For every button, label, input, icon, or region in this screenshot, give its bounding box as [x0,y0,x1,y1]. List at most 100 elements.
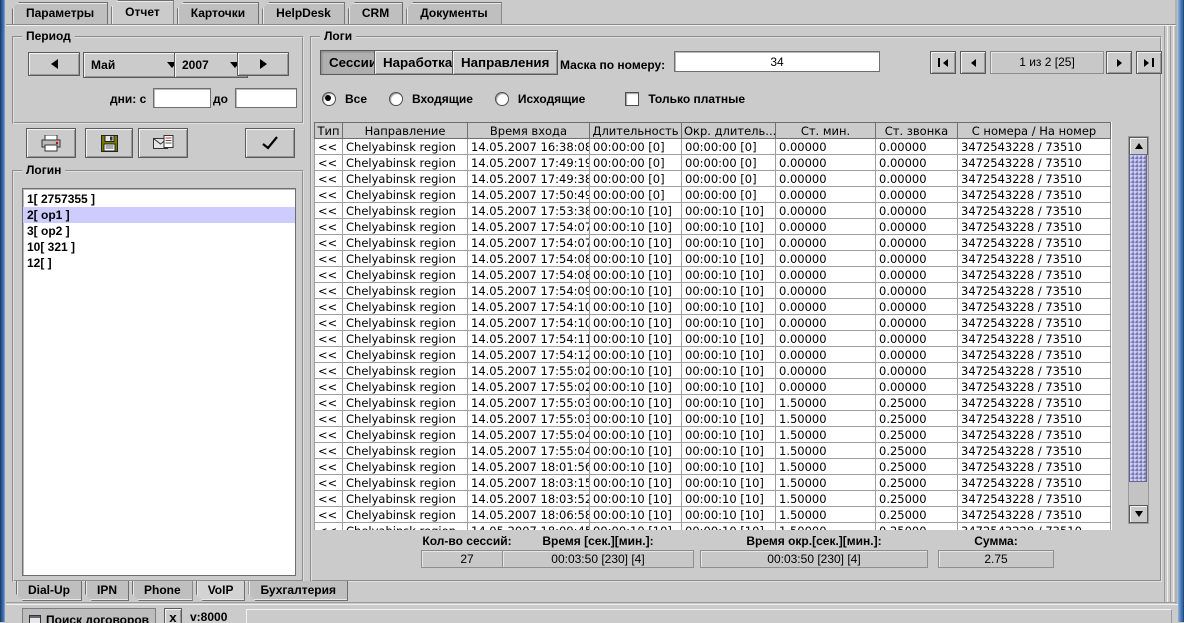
last-page-button[interactable] [1136,51,1162,74]
table-cell: 00:00:10 [10] [682,331,776,347]
mode-button[interactable]: Направления [452,50,558,75]
bottom-tab[interactable]: Бухгалтерия [248,581,348,601]
close-button[interactable]: x [164,608,182,623]
top-tab[interactable]: Карточки [177,2,259,24]
window-border-left [0,0,5,622]
next-month-button[interactable] [237,52,289,76]
bottom-tab[interactable]: Dial-Up [16,581,82,601]
top-tab-bar: ПараметрыОтчетКарточкиHelpDeskCRMДокумен… [12,2,502,24]
table-scrollbar[interactable] [1128,136,1149,524]
list-item[interactable]: 3[ op2 ] [23,223,295,239]
table-cell: 14.05.2007 17:50:49 [468,187,590,203]
table-cell: 0.00000 [876,363,958,379]
scroll-up-button[interactable] [1129,137,1148,155]
column-header[interactable]: Время входа [468,123,590,139]
table-cell: 0.25000 [876,491,958,507]
table-row[interactable]: <<Chelyabinsk region14.05.2007 18:09:450… [315,523,1111,531]
days-from-input[interactable] [153,88,211,108]
top-tab[interactable]: CRM [348,2,403,24]
table-row[interactable]: <<Chelyabinsk region14.05.2007 17:54:100… [315,315,1111,331]
table-row[interactable]: <<Chelyabinsk region14.05.2007 17:54:070… [315,219,1111,235]
mode-button[interactable]: Наработка [374,50,461,75]
table-row[interactable]: <<Chelyabinsk region14.05.2007 17:55:030… [315,411,1111,427]
top-tab[interactable]: Параметры [12,2,108,24]
top-tab[interactable]: HelpDesk [262,2,345,24]
radio-outgoing[interactable] [495,92,509,106]
table-row[interactable]: <<Chelyabinsk region14.05.2007 16:38:080… [315,139,1111,155]
prev-month-button[interactable] [28,52,80,76]
table-cell: 0.00000 [776,331,876,347]
next-page-button[interactable] [1106,51,1132,74]
mail-report-button[interactable] [138,128,188,158]
column-header[interactable]: Тип [315,123,343,139]
table-row[interactable]: <<Chelyabinsk region14.05.2007 17:55:040… [315,443,1111,459]
print-button[interactable] [26,128,76,158]
table-cell: 0.25000 [876,395,958,411]
paid-only-checkbox[interactable] [625,92,639,106]
apply-button[interactable] [245,128,295,158]
radio-incoming[interactable] [389,92,403,106]
table-row[interactable]: <<Chelyabinsk region14.05.2007 18:03:520… [315,491,1111,507]
mask-input[interactable] [674,51,880,72]
month-select[interactable]: Май [83,52,185,78]
scrollbar-thumb[interactable] [1129,154,1147,482]
list-item[interactable]: 1[ 2757355 ] [23,191,295,207]
scroll-down-icon [1135,511,1143,517]
list-item[interactable]: 2[ op1 ] [23,207,295,223]
table-cell: 00:00:10 [10] [590,235,682,251]
table-row[interactable]: <<Chelyabinsk region14.05.2007 17:54:070… [315,235,1111,251]
table-row[interactable]: <<Chelyabinsk region14.05.2007 17:55:020… [315,363,1111,379]
column-header[interactable]: Ст. звонка [876,123,958,139]
table-cell: Chelyabinsk region [343,235,468,251]
table-cell: 3472543228 / 73510 [958,267,1111,283]
taskbar-strip: Поиск договоров x v:8000 [6,604,1178,623]
table-row[interactable]: <<Chelyabinsk region14.05.2007 18:06:580… [315,507,1111,523]
version-tab[interactable]: v:8000 [190,610,227,623]
bottom-tab[interactable]: VoIP [196,581,246,601]
table-row[interactable]: <<Chelyabinsk region14.05.2007 17:54:080… [315,267,1111,283]
table-cell: << [315,139,343,155]
list-item[interactable]: 10[ 321 ] [23,239,295,255]
top-tab[interactable]: Отчет [111,0,174,24]
table-cell: 0.25000 [876,507,958,523]
table-row[interactable]: <<Chelyabinsk region14.05.2007 17:49:190… [315,155,1111,171]
list-item[interactable]: 12[ ] [23,255,295,271]
login-list[interactable]: 1[ 2757355 ]2[ op1 ]3[ op2 ]10[ 321 ]12[… [22,188,296,576]
bottom-tab[interactable]: IPN [85,581,129,601]
table-row[interactable]: <<Chelyabinsk region14.05.2007 17:55:030… [315,395,1111,411]
table-cell: 3472543228 / 73510 [958,395,1111,411]
first-page-button[interactable] [930,51,956,74]
table-row[interactable]: <<Chelyabinsk region14.05.2007 18:01:560… [315,459,1111,475]
table-cell: 00:00:10 [10] [590,459,682,475]
table-row[interactable]: <<Chelyabinsk region14.05.2007 17:54:120… [315,347,1111,363]
column-header[interactable]: Направление [343,123,468,139]
table-row[interactable]: <<Chelyabinsk region14.05.2007 17:54:100… [315,299,1111,315]
column-header[interactable]: Длительность [590,123,682,139]
table-row[interactable]: <<Chelyabinsk region14.05.2007 17:49:380… [315,171,1111,187]
table-row[interactable]: <<Chelyabinsk region14.05.2007 17:54:080… [315,251,1111,267]
table-row[interactable]: <<Chelyabinsk region14.05.2007 18:03:150… [315,475,1111,491]
save-button[interactable] [85,128,133,158]
table-cell: 00:00:10 [10] [590,347,682,363]
prev-page-button[interactable] [960,51,986,74]
table-row[interactable]: <<Chelyabinsk region14.05.2007 17:54:110… [315,331,1111,347]
column-header[interactable]: Окр. длитель... [682,123,776,139]
radio-all[interactable] [322,92,336,106]
frame-tab-search-contracts[interactable]: Поиск договоров [22,608,156,623]
table-row[interactable]: <<Chelyabinsk region14.05.2007 17:53:380… [315,203,1111,219]
column-header[interactable]: Ст. мин. [776,123,876,139]
table-row[interactable]: <<Chelyabinsk region14.05.2007 17:55:040… [315,427,1111,443]
scroll-down-button[interactable] [1129,505,1148,523]
table-row[interactable]: <<Chelyabinsk region14.05.2007 17:54:090… [315,283,1111,299]
table-row[interactable]: <<Chelyabinsk region14.05.2007 17:50:490… [315,187,1111,203]
window-border-right [1175,0,1184,622]
days-to-input[interactable] [235,88,297,108]
save-icon [101,135,118,152]
arrow-left-icon [51,59,58,69]
top-tab[interactable]: Документы [406,2,501,24]
column-header[interactable]: С номера / На номер [958,123,1111,139]
table-cell: << [315,347,343,363]
bottom-tab[interactable]: Phone [132,581,193,601]
table-cell: 14.05.2007 17:55:02 [468,363,590,379]
table-row[interactable]: <<Chelyabinsk region14.05.2007 17:55:020… [315,379,1111,395]
